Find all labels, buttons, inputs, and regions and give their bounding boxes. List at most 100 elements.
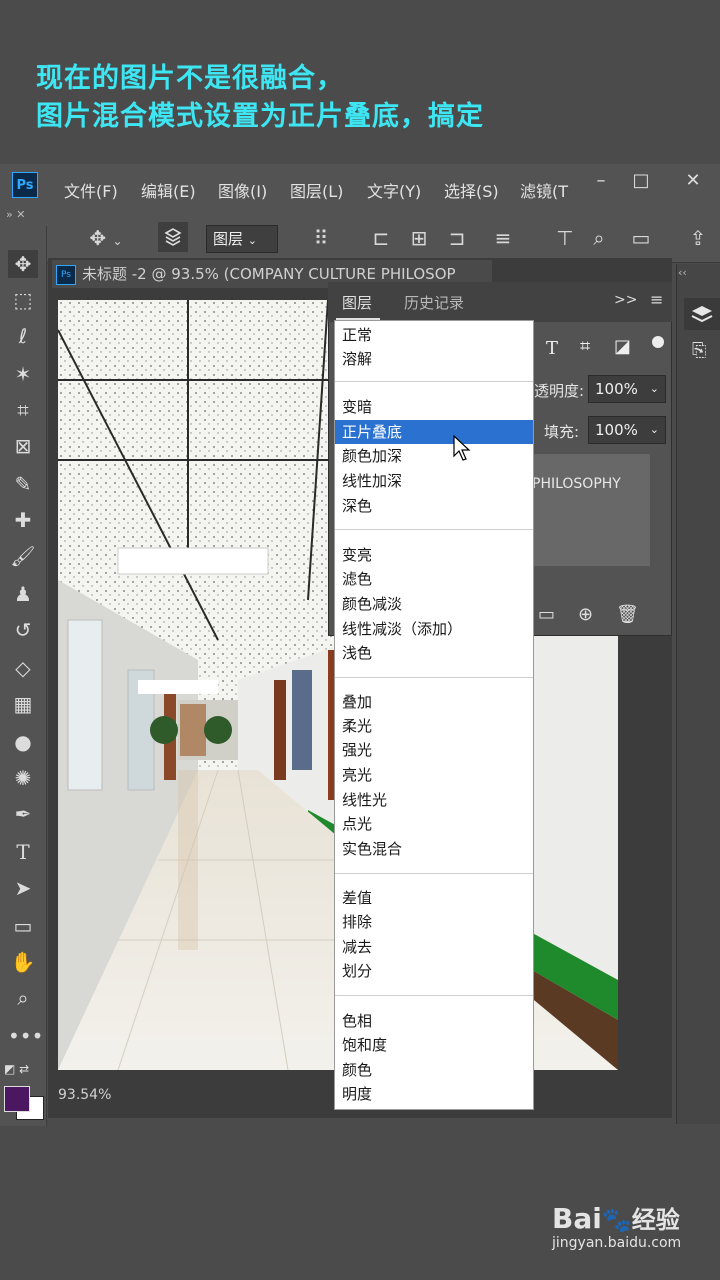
search-icon[interactable]: ⌕ (586, 226, 612, 250)
filter-type-icon[interactable]: T (546, 338, 558, 359)
new-layer-icon[interactable]: ⊕ (578, 604, 593, 625)
menu-layer[interactable]: 图层(L) (290, 178, 343, 202)
blend-vivid-light[interactable]: 亮光 (335, 763, 533, 787)
tab-layers[interactable]: 图层 (342, 292, 372, 313)
crop-tool-icon[interactable]: ⌗ (8, 396, 38, 424)
blend-lighter-color[interactable]: 浅色 (335, 641, 533, 665)
type-tool-icon[interactable]: T (8, 838, 38, 866)
menu-filter[interactable]: 滤镜(T (520, 178, 572, 202)
caption-line-2: 图片混合模式设置为正片叠底，搞定 (36, 101, 484, 132)
history-panel-icon[interactable]: ⎘ (692, 340, 706, 361)
frame-tool-icon[interactable]: ⊠ (8, 432, 38, 460)
swap-colors-icon[interactable]: ◩ ⇄ (4, 1062, 29, 1076)
paw-icon: 🐾 (601, 1206, 632, 1234)
blend-mode-dropdown[interactable]: 正常 溶解 变暗 正片叠底 颜色加深 线性加深 深色 变亮 滤色 颜色减淡 线性… (334, 320, 534, 1110)
tab-history[interactable]: 历史记录 (404, 292, 464, 313)
align-top-icon[interactable]: ≡ (490, 226, 516, 250)
delete-layer-icon[interactable]: 🗑 (616, 604, 639, 625)
opacity-input[interactable]: 100% ⌄ (588, 375, 666, 403)
filter-shape-icon[interactable]: ⌗ (580, 336, 590, 357)
rectangle-tool-icon[interactable]: ▭ (8, 912, 38, 940)
blend-subtract[interactable]: 减去 (335, 935, 533, 959)
move-tool-icon[interactable]: ✥ (8, 250, 38, 278)
blend-soft-light[interactable]: 柔光 (335, 714, 533, 738)
new-group-icon[interactable]: ▭ (538, 604, 555, 625)
layers-panel-toggle[interactable] (684, 298, 720, 330)
auto-select-toggle[interactable] (158, 222, 188, 252)
more-tools-icon[interactable]: ••• (8, 1022, 43, 1050)
restore-button[interactable]: □ (626, 170, 656, 194)
blend-saturation[interactable]: 饱和度 (335, 1033, 533, 1057)
close-button[interactable]: ✕ (678, 170, 708, 194)
filter-toggle-icon[interactable] (652, 336, 664, 348)
hand-tool-icon[interactable]: ✋ (8, 948, 38, 976)
opacity-chevron-icon: ⌄ (649, 382, 659, 395)
align-right-icon[interactable]: ⊐ (444, 226, 470, 250)
opacity-value: 100% (595, 380, 638, 398)
blur-tool-icon[interactable]: ● (8, 728, 38, 756)
blend-pin-light[interactable]: 点光 (335, 812, 533, 836)
share-icon[interactable]: ⇪ (680, 226, 716, 250)
blend-normal[interactable]: 正常 (335, 323, 533, 347)
fill-input[interactable]: 100% ⌄ (588, 416, 666, 444)
panel-collapse-icon[interactable]: >> (614, 292, 637, 308)
minimize-button[interactable]: – (586, 170, 616, 194)
menu-type[interactable]: 文字(Y) (367, 178, 421, 202)
foreground-color-swatch[interactable] (4, 1086, 30, 1112)
align-center-icon[interactable]: ⊞ (406, 226, 432, 250)
auto-select-target-dropdown[interactable]: 图层 ⌄ (206, 225, 278, 253)
lasso-tool-icon[interactable]: ℓ (8, 322, 38, 350)
blend-color-burn[interactable]: 颜色加深 (335, 444, 533, 468)
marquee-tool-icon[interactable]: ⬚ (8, 286, 38, 314)
blend-hue[interactable]: 色相 (335, 1009, 533, 1033)
brush-tool-icon[interactable]: 🖌 (8, 542, 38, 570)
menu-file[interactable]: 文件(F) (64, 178, 118, 202)
menu-select[interactable]: 选择(S) (444, 178, 499, 202)
blend-color-dodge[interactable]: 颜色减淡 (335, 592, 533, 616)
blend-divide[interactable]: 划分 (335, 959, 533, 983)
zoom-level[interactable]: 93.54% (48, 1087, 111, 1103)
panel-menu-icon[interactable]: ≡ (650, 290, 663, 309)
blend-linear-burn[interactable]: 线性加深 (335, 469, 533, 493)
blend-darken[interactable]: 变暗 (335, 395, 533, 419)
blend-darker-color[interactable]: 深色 (335, 494, 533, 518)
transform-controls-icon[interactable]: ⠿ (306, 226, 336, 250)
eyedropper-icon[interactable]: ✎ (8, 470, 38, 498)
path-selection-icon[interactable]: ➤ (8, 874, 38, 902)
blend-exclusion[interactable]: 排除 (335, 910, 533, 934)
target-select-value: 图层 (213, 230, 244, 248)
blend-linear-light[interactable]: 线性光 (335, 788, 533, 812)
healing-brush-icon[interactable]: ✚ (8, 506, 38, 534)
filter-smartobject-icon[interactable]: ◪ (614, 336, 631, 357)
blend-multiply[interactable]: 正片叠底 (335, 420, 533, 444)
move-tool-options-icon[interactable]: ✥ ⌄ (86, 226, 126, 250)
pen-tool-icon[interactable]: ✒ (8, 800, 38, 828)
blend-hard-mix[interactable]: 实色混合 (335, 837, 533, 861)
workspace-icon[interactable]: ▭ (626, 226, 656, 250)
blend-lighten[interactable]: 变亮 (335, 543, 533, 567)
blend-linear-dodge[interactable]: 线性减淡（添加） (335, 617, 533, 641)
blend-screen[interactable]: 滤色 (335, 567, 533, 591)
history-brush-icon[interactable]: ↺ (8, 616, 38, 644)
gradient-tool-icon[interactable]: ▦ (8, 690, 38, 718)
eraser-tool-icon[interactable]: ◇ (8, 654, 38, 682)
dodge-tool-icon[interactable]: ✺ (8, 764, 38, 792)
magic-wand-icon[interactable]: ✶ (8, 360, 38, 388)
blend-overlay[interactable]: 叠加 (335, 690, 533, 714)
align-left-icon[interactable]: ⊏ (368, 226, 394, 250)
blend-dissolve[interactable]: 溶解 (335, 347, 533, 371)
photoshop-logo-icon: Ps (12, 172, 38, 198)
collapse-tools-icon[interactable]: » ✕ (6, 208, 25, 221)
stamp-tool-icon[interactable]: ♟ (8, 580, 38, 608)
zoom-tool-icon[interactable]: ⌕ (8, 984, 38, 1012)
blend-hard-light[interactable]: 强光 (335, 738, 533, 762)
layer-row[interactable]: PHILOSOPHY (532, 454, 650, 566)
blend-difference[interactable]: 差值 (335, 886, 533, 910)
expand-panels-icon[interactable]: ‹‹ (678, 266, 687, 279)
blend-luminosity[interactable]: 明度 (335, 1082, 533, 1106)
blend-color[interactable]: 颜色 (335, 1058, 533, 1082)
menu-image[interactable]: 图像(I) (218, 178, 267, 202)
distribute-icon[interactable]: ⊤ (552, 226, 578, 250)
menu-edit[interactable]: 编辑(E) (141, 178, 196, 202)
watermark-brand-suffix: 经验 (631, 1206, 680, 1234)
